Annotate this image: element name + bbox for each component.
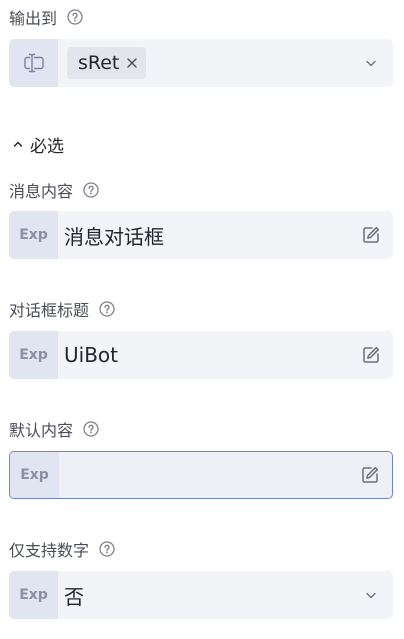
message-label-row: 消息内容 bbox=[9, 179, 99, 201]
numbers-only-label-row: 仅支持数字 bbox=[9, 538, 115, 560]
help-icon[interactable] bbox=[83, 421, 99, 437]
help-icon[interactable] bbox=[67, 9, 83, 25]
chevron-down-icon[interactable] bbox=[349, 39, 393, 87]
title-input[interactable]: UiBot bbox=[58, 343, 349, 367]
edit-icon[interactable] bbox=[349, 211, 393, 259]
expression-prefix: Exp bbox=[9, 211, 58, 259]
title-label-row: 对话框标题 bbox=[9, 298, 115, 320]
default-label-row: 默认内容 bbox=[9, 418, 99, 440]
required-section-toggle[interactable]: 必选 bbox=[12, 133, 64, 157]
help-icon[interactable] bbox=[83, 182, 99, 198]
variable-tag[interactable]: sRet bbox=[67, 47, 147, 79]
message-field[interactable]: Exp 消息对话框 bbox=[9, 211, 393, 259]
chevron-up-icon bbox=[12, 138, 24, 150]
default-label: 默认内容 bbox=[9, 421, 74, 440]
expression-prefix: Exp bbox=[9, 571, 58, 619]
message-input[interactable]: 消息对话框 bbox=[58, 221, 349, 250]
numbers-only-label: 仅支持数字 bbox=[9, 541, 90, 560]
tag-container: sRet bbox=[58, 47, 349, 79]
numbers-only-select[interactable]: Exp 否 bbox=[9, 571, 393, 619]
message-label: 消息内容 bbox=[9, 182, 74, 201]
variable-icon[interactable] bbox=[9, 39, 58, 87]
edit-icon[interactable] bbox=[349, 331, 393, 379]
numbers-only-value[interactable]: 否 bbox=[58, 581, 349, 610]
expression-prefix: Exp bbox=[9, 331, 58, 379]
help-icon[interactable] bbox=[99, 541, 115, 557]
output-label-row: 输出到 bbox=[9, 6, 83, 28]
title-label: 对话框标题 bbox=[9, 301, 90, 320]
output-variable-select[interactable]: sRet bbox=[9, 39, 393, 87]
chevron-down-icon[interactable] bbox=[349, 571, 393, 619]
required-section-label: 必选 bbox=[30, 136, 64, 157]
expression-prefix: Exp bbox=[10, 452, 59, 498]
output-label: 输出到 bbox=[9, 9, 58, 28]
title-field[interactable]: Exp UiBot bbox=[9, 331, 393, 379]
help-icon[interactable] bbox=[99, 301, 115, 317]
edit-icon[interactable] bbox=[348, 452, 392, 498]
variable-tag-label: sRet bbox=[78, 52, 120, 74]
close-icon[interactable] bbox=[126, 57, 138, 69]
default-field[interactable]: Exp bbox=[9, 451, 393, 499]
